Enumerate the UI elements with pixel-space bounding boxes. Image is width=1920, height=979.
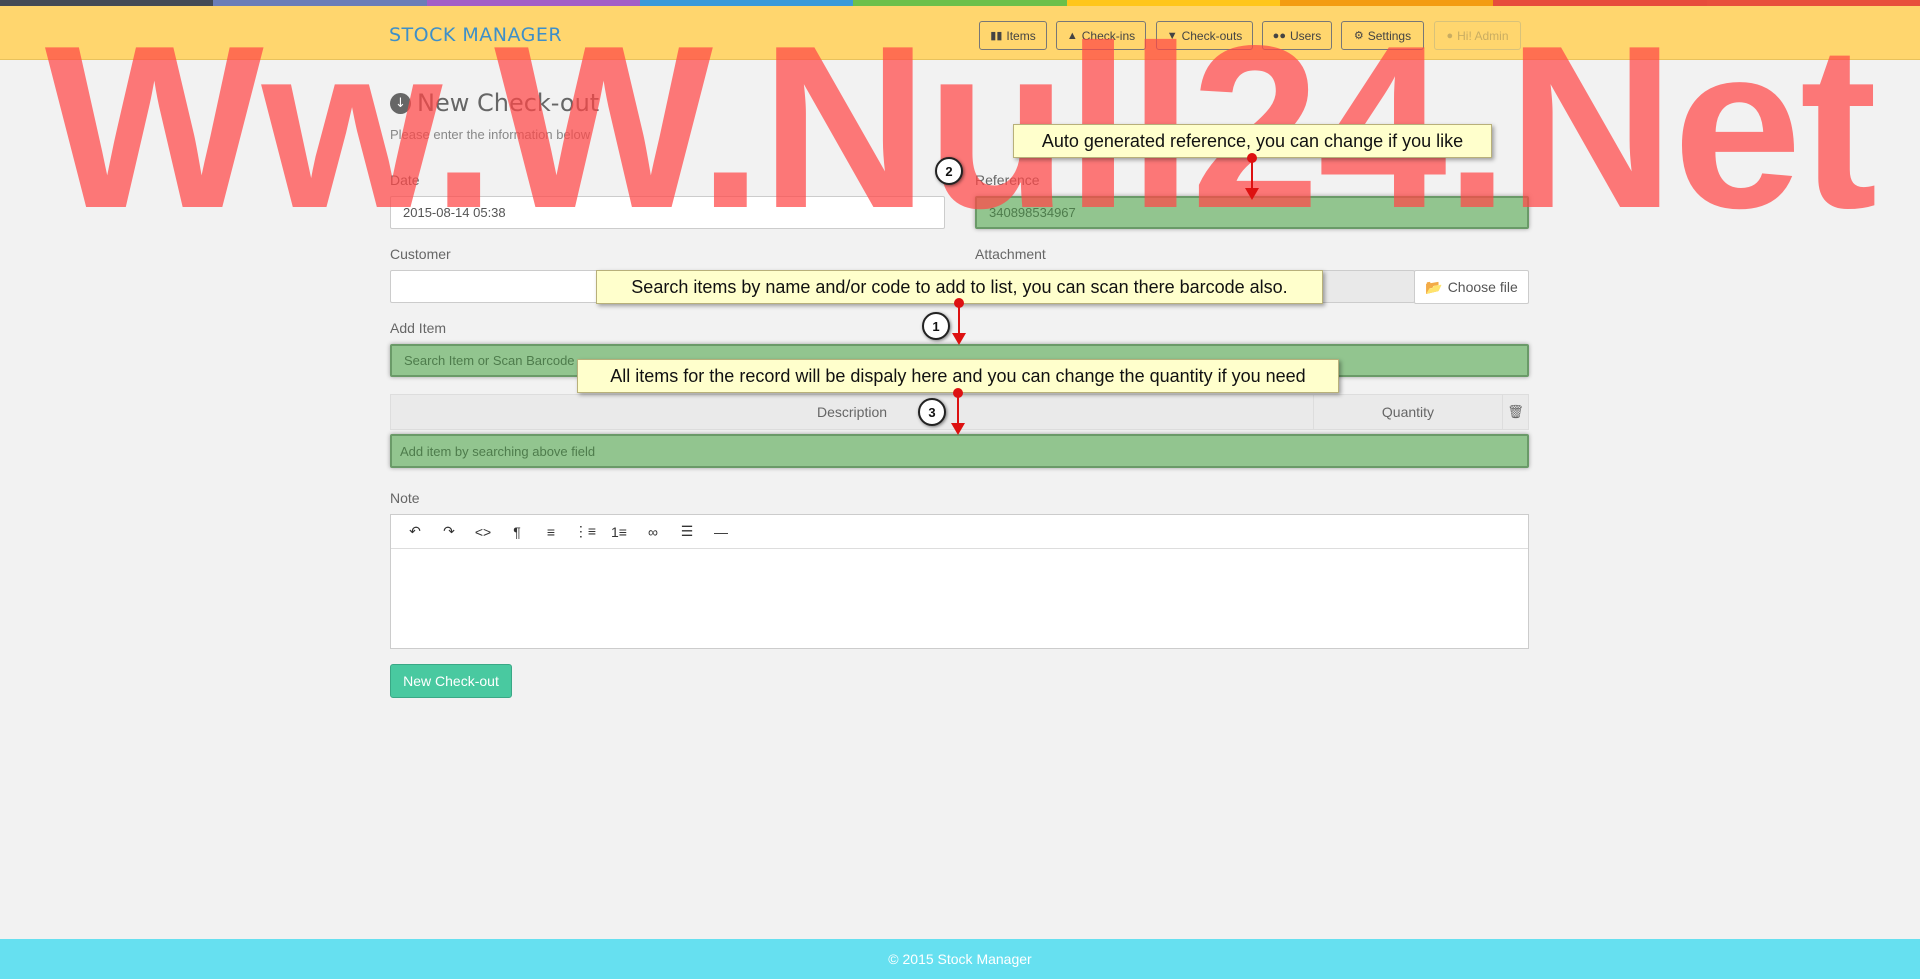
nav-settings-label: Settings [1367, 28, 1412, 43]
horizontal-rule-icon[interactable]: — [704, 517, 738, 547]
code-icon[interactable]: <> [466, 517, 500, 547]
folder-open-icon: 📂 [1425, 278, 1443, 295]
arrow-circle-down-icon: ▼ [1166, 29, 1178, 42]
new-checkout-submit-button[interactable]: New Check-out [390, 664, 512, 698]
nav-users-button[interactable]: ●● Users [1262, 21, 1332, 50]
users-icon: ●● [1272, 29, 1286, 42]
choose-file-button[interactable]: 📂 Choose file [1414, 270, 1529, 304]
arrow-circle-down-icon: ↓ [390, 92, 411, 114]
page-subtitle: Please enter the information below [390, 127, 591, 142]
tip-arrow-2 [1245, 153, 1259, 200]
footer: © 2015 Stock Manager [0, 939, 1920, 979]
editor-toolbar: ↶ ↷ <> ¶ ≡ ⋮≡ 1≡ ∞ ☰ — [391, 515, 1528, 549]
choose-file-label: Choose file [1447, 279, 1518, 295]
align-left-icon[interactable]: ☰ [670, 517, 704, 547]
unordered-list-icon[interactable]: ⋮≡ [568, 517, 602, 547]
barcode-icon: ▮▮ [990, 30, 1003, 42]
reference-input[interactable]: 340898534967 [975, 196, 1529, 229]
note-editor[interactable]: ↶ ↷ <> ¶ ≡ ⋮≡ 1≡ ∞ ☰ — [390, 514, 1529, 649]
nav-admin-button[interactable]: ● Hi! Admin [1434, 21, 1521, 50]
date-label: Date [390, 172, 420, 188]
tip-arrow-3 [951, 388, 965, 435]
tip-marker-1: 1 [922, 312, 950, 340]
tip-marker-2: 2 [935, 157, 963, 185]
brand-logo[interactable]: STOCK MANAGER [389, 24, 562, 46]
nav-checkouts-label: Check-outs [1181, 28, 1243, 43]
reference-label: Reference [975, 172, 1040, 188]
nav-checkins-button[interactable]: ▲ Check-ins [1056, 21, 1146, 50]
undo-icon[interactable]: ↶ [398, 517, 432, 547]
paragraph-icon[interactable]: ¶ [500, 517, 534, 547]
tip-arrow-1 [952, 298, 966, 345]
editor-body[interactable] [391, 549, 1528, 648]
page-title: ↓ New Check-out [390, 89, 599, 117]
nav-checkouts-button[interactable]: ▼ Check-outs [1156, 21, 1253, 50]
ordered-list-icon[interactable]: 1≡ [602, 517, 636, 547]
nav-items-button[interactable]: ▮▮ Items [979, 21, 1047, 50]
attachment-label: Attachment [975, 246, 1046, 262]
col-description: Description [391, 395, 1314, 429]
nav-admin-label: Hi! Admin [1457, 28, 1509, 43]
nav-settings-button[interactable]: ⚙ Settings [1341, 21, 1424, 50]
nav-checkins-label: Check-ins [1081, 28, 1136, 43]
items-empty-row: Add item by searching above field [390, 434, 1529, 468]
add-item-label: Add Item [390, 320, 447, 336]
tip-marker-3: 3 [918, 398, 946, 426]
col-quantity: Quantity [1314, 395, 1503, 429]
arrow-circle-up-icon: ▲ [1066, 29, 1078, 42]
note-label: Note [390, 490, 420, 506]
redo-icon[interactable]: ↷ [432, 517, 466, 547]
page-title-text: New Check-out [417, 89, 600, 117]
trash-icon[interactable]: 🗑 [1503, 395, 1528, 429]
nav-items-label: Items [1006, 28, 1036, 43]
user-icon: ● [1446, 29, 1454, 42]
date-input[interactable]: 2015-08-14 05:38 [390, 196, 945, 229]
top-navbar: STOCK MANAGER ▮▮ Items ▲ Check-ins ▼ Che… [0, 6, 1920, 60]
link-icon[interactable]: ∞ [636, 517, 670, 547]
customer-label: Customer [390, 246, 451, 262]
align-icon[interactable]: ≡ [534, 517, 568, 547]
nav-users-label: Users [1289, 28, 1322, 43]
cogs-icon: ⚙ [1353, 30, 1364, 42]
